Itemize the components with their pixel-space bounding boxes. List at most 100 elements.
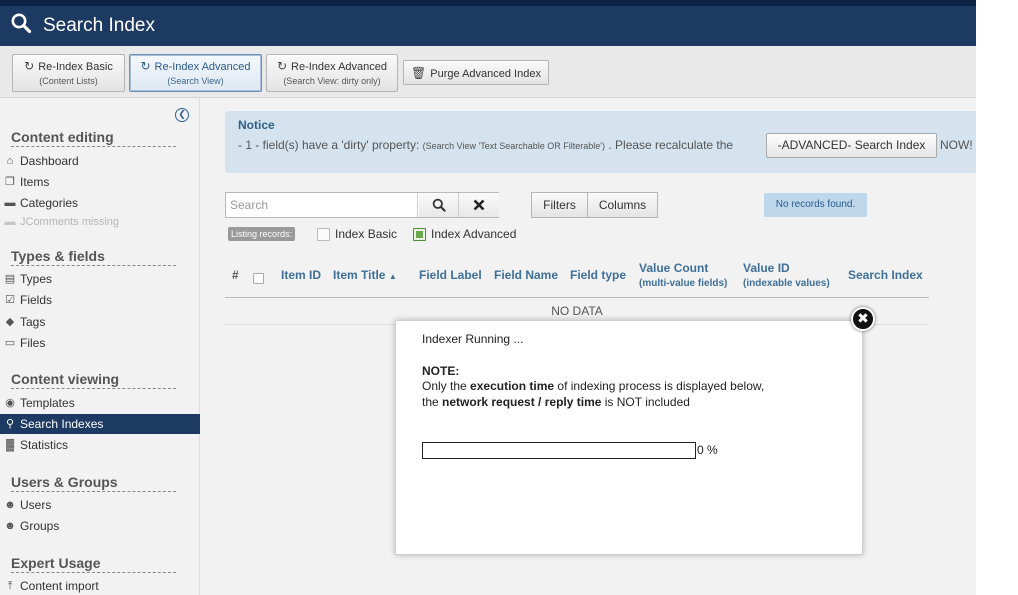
sidebar-item-files[interactable]: ▭ Files xyxy=(0,333,200,353)
sidebar-heading-content-viewing: Content viewing xyxy=(11,371,176,389)
types-icon: ▤ xyxy=(4,273,16,285)
close-modal-icon[interactable]: ✖ xyxy=(851,307,875,331)
notice-now: NOW! xyxy=(940,138,973,152)
sidebar-item-types[interactable]: ▤ Types xyxy=(0,269,200,289)
sidebar-item-fields[interactable]: ☑ Fields xyxy=(0,290,200,310)
sidebar-item-label: Groups xyxy=(20,519,60,533)
no-data-text: NO DATA xyxy=(551,304,603,318)
sidebar-item-users[interactable]: ☻ Users xyxy=(0,495,200,515)
filters-button[interactable]: Filters xyxy=(531,192,588,218)
note-line-1: Only the execution time of indexing proc… xyxy=(422,379,764,393)
indexer-modal: Indexer Running ... NOTE: Only the execu… xyxy=(395,320,863,555)
items-icon: ❐ xyxy=(5,176,15,188)
sidebar-item-content-import[interactable]: ⤒ Content import xyxy=(0,576,200,595)
note-line-1-bold: execution time xyxy=(470,379,555,393)
reindex-basic-label: Re-Index Basic xyxy=(38,61,113,73)
progress-percent: 0 % xyxy=(697,443,718,457)
trash-icon: 🗑︎ xyxy=(411,66,427,80)
sidebar-item-tags[interactable]: ◆ Tags xyxy=(0,312,200,332)
column-search-index[interactable]: Search Index xyxy=(848,268,923,282)
column-field-type[interactable]: Field type xyxy=(570,268,626,282)
sidebar-item-items[interactable]: ❐ Items xyxy=(0,172,200,192)
table-header: # Item ID Item Title ▲ Field Label Field… xyxy=(225,258,929,298)
reindex-basic-button[interactable]: ↻ Re-Index Basic (Content Lists) xyxy=(12,54,125,92)
fields-icon: ☑ xyxy=(5,294,15,306)
sidebar-item-label: Search Indexes xyxy=(20,417,104,431)
reindex-advanced-label: Re-Index Advanced xyxy=(154,61,251,73)
sidebar-item-label: Users xyxy=(20,498,52,512)
sidebar-item-statistics[interactable]: ▓ Statistics xyxy=(0,435,200,455)
sidebar-heading-content-editing: Content editing xyxy=(11,129,176,147)
eye-icon: ◉ xyxy=(5,397,15,409)
search-box xyxy=(225,192,499,218)
sidebar-heading-types-fields: Types & fields xyxy=(11,248,176,266)
select-all-checkbox[interactable] xyxy=(253,273,264,284)
chart-icon: ▓ xyxy=(5,439,15,451)
close-icon xyxy=(473,199,485,211)
search-icon xyxy=(11,13,32,34)
notice-title: Notice xyxy=(238,118,275,132)
group-icon: ☻ xyxy=(4,520,16,532)
column-value-id-label: Value ID xyxy=(743,261,790,275)
note-title: NOTE: xyxy=(422,364,460,378)
index-advanced-checkbox[interactable] xyxy=(413,228,426,241)
sidebar-item-dashboard[interactable]: ⌂ Dashboard xyxy=(0,151,200,171)
index-advanced-label: Index Advanced xyxy=(431,227,517,241)
note-line-1-pre: Only the xyxy=(422,379,467,393)
reindex-advanced-button[interactable]: ↻ Re-Index Advanced (Search View) xyxy=(129,54,262,92)
sidebar-item-label: Files xyxy=(20,336,46,350)
search-input[interactable] xyxy=(226,193,418,217)
listing-records-label: Listing records: xyxy=(228,227,296,241)
user-icon: ☻ xyxy=(4,499,16,511)
reindex-advanced-dirty-button[interactable]: ↻ Re-Index Advanced (Search View: dirty o… xyxy=(266,54,398,92)
page-header: Search Index xyxy=(0,0,976,46)
comments-icon: ▬ xyxy=(4,216,16,228)
column-item-title[interactable]: Item Title ▲ xyxy=(333,268,397,282)
index-basic-label: Index Basic xyxy=(335,227,398,241)
no-records-badge: No records found. xyxy=(764,193,867,217)
advanced-search-index-button[interactable]: -ADVANCED- Search Index xyxy=(766,133,937,158)
sidebar-item-search-indexes[interactable]: ⚲ Search Indexes xyxy=(0,414,200,434)
note-line-1-post: of indexing process is displayed below, xyxy=(557,379,765,393)
column-value-id[interactable]: Value ID (indexable values) xyxy=(743,261,830,289)
index-basic-checkbox[interactable] xyxy=(317,228,330,241)
page-title: Search Index xyxy=(43,15,155,36)
sidebar: ❮ Content editing ⌂ Dashboard ❐ Items ▬ Cat… xyxy=(0,98,200,595)
folder-icon: ▬ xyxy=(4,197,16,209)
notice-text-small: (Search View 'Text Searchable OR Filtera… xyxy=(422,141,606,151)
note-line-2: the network request / reply time is NOT … xyxy=(422,395,690,409)
column-value-count[interactable]: Value Count (multi-value fields) xyxy=(639,261,727,289)
sidebar-item-groups[interactable]: ☻ Groups xyxy=(0,516,200,536)
sidebar-item-label: Fields xyxy=(20,293,53,307)
search-icon xyxy=(432,198,446,212)
column-field-name[interactable]: Field Name xyxy=(494,268,558,282)
purge-advanced-index-button[interactable]: 🗑︎ Purge Advanced Index xyxy=(403,60,549,85)
column-item-id[interactable]: Item ID xyxy=(281,268,321,282)
toolbar: ↻ Re-Index Basic (Content Lists) ↻ Re-Inde… xyxy=(0,46,976,98)
sidebar-item-label: Statistics xyxy=(20,438,69,452)
index-basic-option[interactable]: Index Basic xyxy=(317,226,397,242)
columns-button[interactable]: Columns xyxy=(587,192,658,218)
sidebar-item-label: Tags xyxy=(20,315,46,329)
note-line-2-post: is NOT included xyxy=(604,395,690,409)
collapse-sidebar-icon[interactable]: ❮ xyxy=(175,108,189,122)
home-icon: ⌂ xyxy=(6,155,14,167)
sidebar-item-categories[interactable]: ▬ Categories xyxy=(0,193,200,213)
sidebar-item-templates[interactable]: ◉ Templates xyxy=(0,393,200,413)
search-button[interactable] xyxy=(419,193,459,217)
sidebar-heading-expert-usage: Expert Usage xyxy=(11,555,176,573)
notice-box: Notice - 1 - field(s) have a 'dirty' pro… xyxy=(225,111,976,173)
purge-label: Purge Advanced Index xyxy=(430,68,541,80)
notice-text: - 1 - field(s) have a 'dirty' property: … xyxy=(238,138,733,152)
column-field-label[interactable]: Field Label xyxy=(419,268,482,282)
refresh-icon: ↻ xyxy=(276,59,288,73)
notice-text-main: - 1 - field(s) have a 'dirty' property: xyxy=(238,138,420,152)
reindex-advanced-dirty-sublabel: (Search View: dirty only) xyxy=(283,76,381,86)
reindex-advanced-dirty-label: Re-Index Advanced xyxy=(291,61,388,73)
indexer-running-text: Indexer Running ... xyxy=(422,332,524,346)
clear-search-button[interactable] xyxy=(459,193,499,217)
files-icon: ▭ xyxy=(4,337,16,349)
tags-icon: ◆ xyxy=(5,316,15,328)
reindex-advanced-sublabel: (Search View) xyxy=(167,76,224,86)
index-advanced-option[interactable]: Index Advanced xyxy=(413,226,516,242)
